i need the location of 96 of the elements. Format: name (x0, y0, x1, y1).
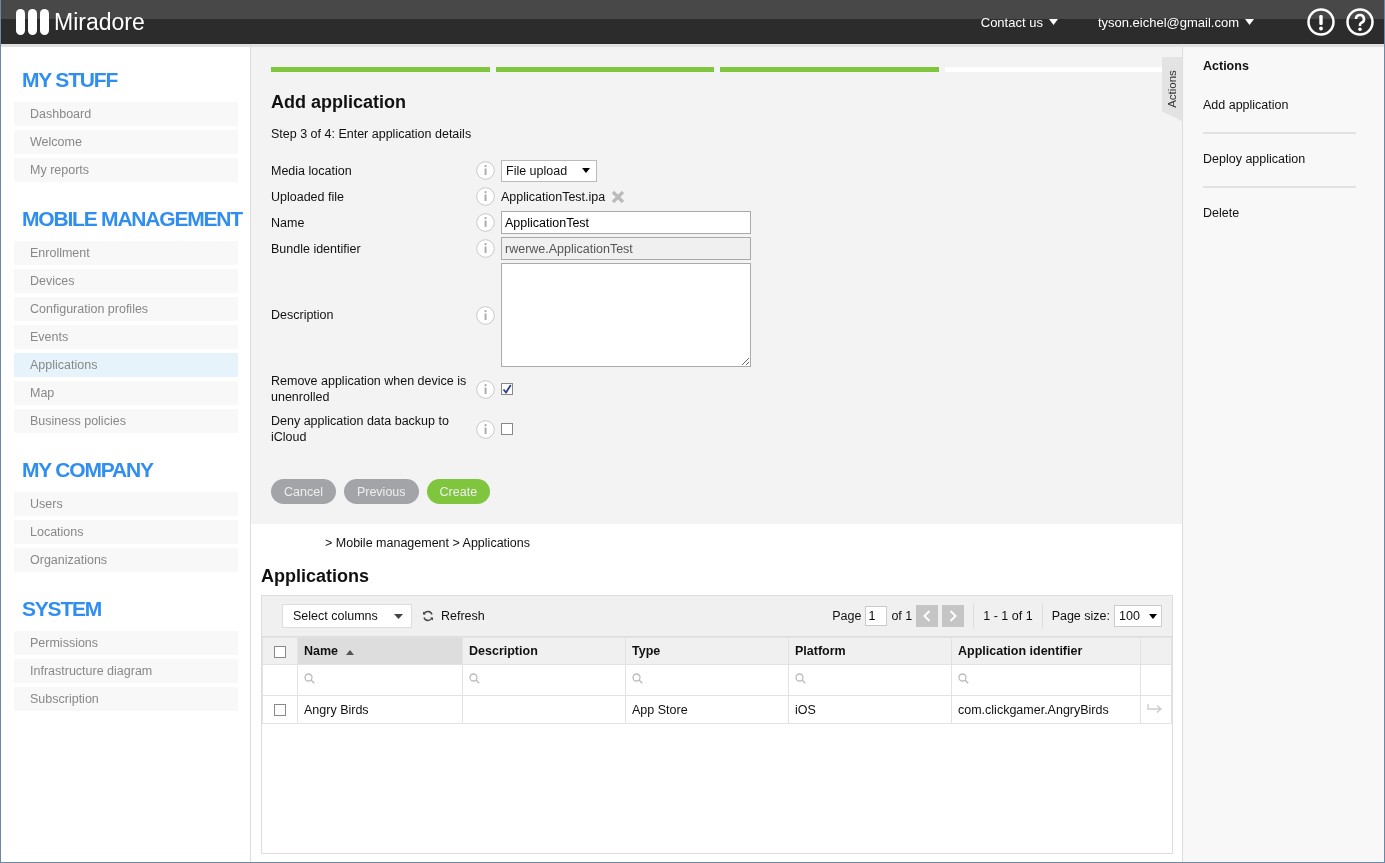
sidebar-item[interactable]: Applications (14, 353, 238, 377)
info-icon[interactable] (476, 379, 495, 399)
column-header[interactable]: Description (462, 637, 626, 665)
page-size-select[interactable]: 100 (1114, 605, 1162, 627)
table-cell: com.clickgamer.AngryBirds (958, 702, 1109, 717)
search-icon[interactable] (958, 673, 969, 684)
search-icon[interactable] (632, 673, 643, 684)
bundle-identifier-field[interactable]: rwerwe.ApplicationTest (501, 237, 751, 260)
sidebar-item[interactable]: Configuration profiles (14, 297, 238, 321)
info-icon[interactable] (476, 419, 495, 439)
actions-title: Actions (1203, 59, 1250, 73)
column-header[interactable]: Name (297, 637, 463, 665)
info-icon[interactable] (476, 239, 495, 258)
sidebar-item[interactable]: Enrollment (14, 241, 238, 265)
action-link[interactable]: Delete (1203, 206, 1356, 240)
sidebar-item[interactable]: Users (14, 492, 238, 516)
help-icon[interactable] (1346, 8, 1374, 36)
field-label: Bundle identifier (271, 240, 362, 257)
field-label: Remove application when device is unenrolled (271, 373, 468, 405)
wizard-button[interactable]: Previous (343, 479, 419, 504)
field-label: Description (271, 307, 335, 323)
sidebar-item[interactable]: Devices (14, 269, 238, 293)
wizard-button[interactable]: Cancel (271, 479, 336, 504)
description-field[interactable] (501, 263, 751, 367)
caret-icon (1048, 19, 1058, 25)
record-range: 1 - 1 of 1 (983, 609, 1033, 623)
step-text: Step 3 of 4: Enter application details (271, 127, 473, 141)
search-icon[interactable] (469, 673, 480, 684)
file-name: ApplicationTest.ipa (501, 189, 606, 204)
field-label: Deny application data backup to iCloud (271, 413, 450, 445)
actions-tab[interactable]: Actions (1162, 57, 1182, 121)
sort-ascending-icon (346, 650, 355, 655)
page-label: Page (832, 609, 862, 623)
table-cell: Angry Birds (304, 702, 369, 717)
info-icon[interactable] (476, 187, 495, 206)
breadcrumb: > Mobile management > Applications (325, 536, 531, 550)
chevron-left-icon (923, 610, 932, 622)
column-header[interactable]: Type (625, 637, 789, 665)
chevron-right-icon (949, 610, 958, 622)
sidebar-item[interactable]: Organizations (14, 548, 238, 572)
remove-icon[interactable] (611, 189, 626, 204)
wizard-button[interactable]: Create (426, 479, 491, 504)
row-checkbox[interactable] (274, 704, 286, 717)
next-page-button[interactable] (942, 605, 965, 627)
page-count: of 1 (891, 609, 913, 623)
sidebar-item[interactable]: Business policies (14, 409, 238, 433)
caret-icon (1149, 613, 1157, 619)
column-header[interactable]: Platform (788, 637, 952, 665)
page-size-label: Page size: (1051, 609, 1110, 623)
header-menu[interactable]: Contact us (980, 14, 1058, 30)
sidebar-item[interactable]: Permissions (14, 631, 238, 655)
share-arrow-icon[interactable] (1147, 703, 1163, 714)
sidebar-item[interactable]: My reports (14, 158, 238, 182)
sidebar-item[interactable]: Map (14, 381, 238, 405)
sidebar-heading: SYSTEM (22, 596, 102, 622)
field-label: Uploaded file (271, 188, 345, 205)
action-link[interactable]: Add application (1203, 98, 1356, 134)
sidebar-item[interactable]: Dashboard (14, 102, 238, 126)
table-cell: iOS (795, 702, 816, 717)
select-columns-dropdown[interactable]: Select columns (282, 604, 412, 628)
sidebar-item[interactable]: Infrastructure diagram (14, 659, 238, 683)
select-all-checkbox[interactable] (274, 645, 286, 658)
sidebar-item[interactable]: Welcome (14, 130, 238, 154)
page-field[interactable]: 1 (865, 606, 888, 626)
sidebar-item[interactable]: Locations (14, 520, 238, 544)
caret-icon (1245, 19, 1254, 25)
info-icon[interactable] (476, 161, 495, 180)
wizard-title: Add application (271, 92, 407, 113)
field-label: Name (271, 214, 306, 231)
sidebar-heading: MY STUFF (22, 67, 117, 93)
previous-page-button[interactable] (916, 605, 939, 627)
info-icon[interactable] (476, 305, 495, 325)
caret-icon (394, 613, 403, 619)
refresh-button[interactable]: Refresh (422, 609, 485, 623)
sidebar-item[interactable]: Events (14, 325, 238, 349)
list-title: Applications (261, 566, 370, 587)
field-label: Media location (271, 162, 353, 179)
sidebar-item[interactable]: Subscription (14, 687, 238, 711)
checkbox[interactable] (501, 423, 513, 435)
caret-icon (582, 168, 590, 173)
logo-text: Miradore (54, 8, 145, 36)
logo-icon (16, 9, 50, 35)
search-icon[interactable] (795, 673, 806, 684)
name-field[interactable]: ApplicationTest (501, 211, 751, 234)
alert-icon[interactable] (1307, 8, 1335, 36)
sidebar-heading: MY COMPANY (22, 457, 153, 483)
media-location-select[interactable]: File upload (501, 159, 597, 182)
info-icon[interactable] (476, 213, 495, 232)
column-header[interactable]: Application identifier (951, 637, 1141, 665)
search-icon[interactable] (304, 673, 315, 684)
action-link[interactable]: Deploy application (1203, 152, 1356, 188)
refresh-icon (422, 610, 434, 622)
header-menu[interactable]: tyson.eichel@gmail.com (1097, 14, 1254, 30)
table-cell: App Store (632, 702, 688, 717)
sidebar-heading: MOBILE MANAGEMENT (22, 206, 242, 232)
checkbox[interactable] (501, 383, 513, 395)
